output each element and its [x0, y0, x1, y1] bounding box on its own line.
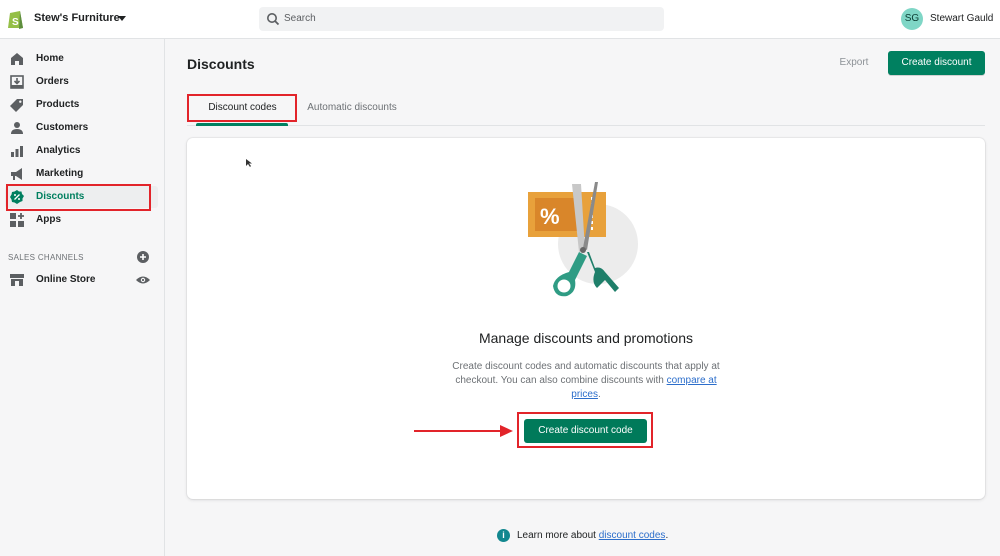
tabs-divider — [187, 125, 985, 126]
sidebar-item-orders[interactable]: Orders — [5, 71, 158, 93]
learn-more-period: . — [665, 530, 669, 541]
shopify-logo-icon[interactable]: S — [7, 8, 25, 30]
bar-chart-icon — [11, 146, 23, 157]
store-name[interactable]: Stew's Furniture — [34, 12, 120, 24]
sidebar-item-label: Products — [36, 99, 80, 110]
sales-channels-title: SALES CHANNELS — [8, 253, 84, 262]
annotation-arrow-icon — [414, 425, 513, 437]
caret-down-icon[interactable] — [118, 16, 126, 21]
create-discount-button[interactable]: Create discount — [888, 51, 985, 75]
sidebar-item-analytics[interactable]: Analytics — [5, 140, 158, 162]
sidebar-item-marketing[interactable]: Marketing — [5, 163, 158, 185]
top-bar: S Stew's Furniture Search SG Stewart Gau… — [0, 0, 1000, 39]
learn-more-text: Learn more about discount codes. — [517, 530, 668, 541]
description-period: . — [597, 389, 601, 400]
empty-state-heading: Manage discounts and promotions — [478, 330, 694, 346]
sidebar-item-label: Analytics — [36, 145, 81, 156]
orders-icon — [10, 75, 24, 89]
scissors-coupon-illustration-icon: % — [528, 182, 638, 297]
discount-codes-link[interactable]: discount codes — [599, 530, 666, 541]
sidebar-item-label: Marketing — [36, 168, 84, 179]
highlight-box — [517, 412, 653, 448]
person-icon — [11, 122, 23, 134]
sidebar-item-products[interactable]: Products — [5, 94, 158, 116]
search-icon — [267, 13, 280, 26]
sidebar-item-label: Online Store — [36, 274, 96, 285]
megaphone-icon — [11, 168, 22, 180]
mouse-cursor-icon — [246, 159, 252, 167]
sidebar-item-label: Home — [36, 53, 64, 64]
store-icon — [10, 274, 24, 286]
empty-state-description: Create discount codes and automatic disc… — [440, 360, 732, 402]
page-title: Discounts — [187, 56, 255, 72]
tab-selected-indicator — [196, 123, 288, 126]
user-name[interactable]: Stewart Gauld — [930, 13, 993, 24]
home-icon — [11, 53, 23, 65]
search-input[interactable]: Search — [259, 7, 664, 31]
highlight-box — [6, 184, 151, 211]
apps-icon — [10, 213, 24, 227]
learn-more-label: Learn more about — [517, 530, 599, 541]
tag-icon — [10, 99, 23, 112]
svg-text:S: S — [12, 17, 19, 28]
info-icon: i — [497, 529, 510, 542]
export-button[interactable]: Export — [830, 54, 878, 72]
svg-text:%: % — [540, 204, 560, 229]
sidebar-item-label: Apps — [36, 214, 61, 225]
sidebar-item-label: Orders — [36, 76, 69, 87]
search-placeholder: Search — [284, 13, 316, 24]
tab-automatic-discounts[interactable]: Automatic discounts — [300, 96, 404, 120]
highlight-box — [187, 94, 297, 122]
sidebar-item-customers[interactable]: Customers — [5, 117, 158, 139]
sidebar-item-apps[interactable]: Apps — [5, 209, 158, 231]
add-channel-icon[interactable] — [137, 251, 149, 263]
sidebar-item-home[interactable]: Home — [5, 48, 158, 70]
sidebar-item-label: Customers — [36, 122, 89, 133]
avatar[interactable]: SG — [901, 8, 923, 30]
eye-icon[interactable] — [136, 275, 150, 285]
sidebar: Home Orders Products Customers Analytics… — [0, 39, 165, 556]
